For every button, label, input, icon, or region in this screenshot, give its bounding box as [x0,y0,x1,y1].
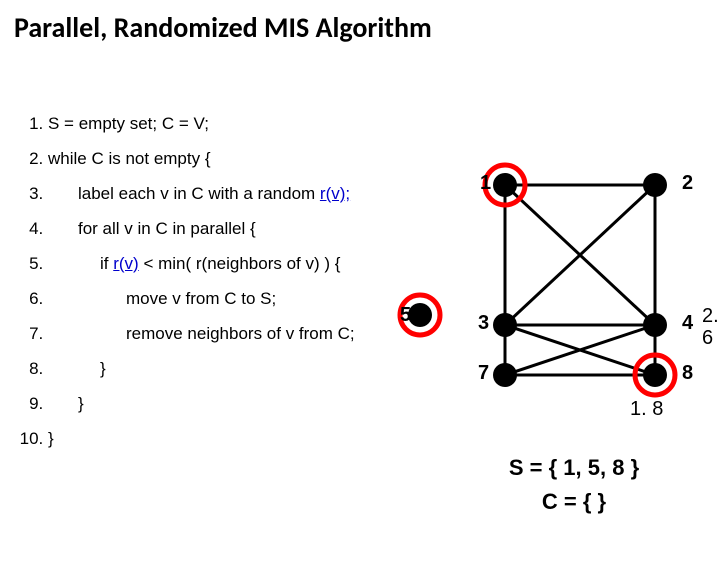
annotation-1-8: 1. 8 [630,398,663,420]
selected-ring-icon [485,165,525,205]
algo-line-7: remove neighbors of v from C; [48,325,450,342]
graph-edge [505,185,655,325]
graph-edge [505,185,655,325]
node-label-2: 2 [682,172,693,194]
rv-link-1: r(v); [320,184,350,203]
set-c: C = { } [464,489,684,515]
page-title: Parallel, Randomized MIS Algorithm [0,0,720,45]
rv-link-2: r(v) [113,254,138,273]
algo-line-1: S = empty set; C = V; [48,115,450,132]
algo-line-10: } [48,430,450,447]
set-s: S = { 1, 5, 8 } [464,455,684,481]
algo-line-5: if r(v) < min( r(neighbors of v) ) { [48,255,450,272]
node-label-3: 3 [478,312,489,334]
graph-node [643,173,667,197]
algo-line-6: move v from C to S; [48,290,450,307]
node-label-7: 7 [478,362,489,384]
algo-line-2: while C is not empty { [48,150,450,167]
node-label-6-line1: 6 [702,327,713,349]
graph-node [493,173,517,197]
node-label-6-line0: 2. 7 [702,305,720,327]
node-label-8: 8 [682,362,693,384]
selected-ring-icon [635,355,675,395]
algo-line-3: label each v in C with a random r(v); [48,185,450,202]
node-label-1: 1 [480,172,491,194]
graph-node [493,363,517,387]
graph-edge [505,325,655,375]
status-block: S = { 1, 5, 8 } C = { } [464,455,684,523]
algo-line-8: } [48,360,450,377]
graph-node [493,313,517,337]
graph-node [643,313,667,337]
graph-edge [505,325,655,375]
graph-node [643,363,667,387]
algo-line-4: for all v in C in parallel { [48,220,450,237]
algo-line-9: } [48,395,450,412]
algorithm-listing: S = empty set; C = V; while C is not emp… [20,115,450,465]
node-label-4: 4 [682,312,694,334]
content-area: S = empty set; C = V; while C is not emp… [0,45,720,535]
